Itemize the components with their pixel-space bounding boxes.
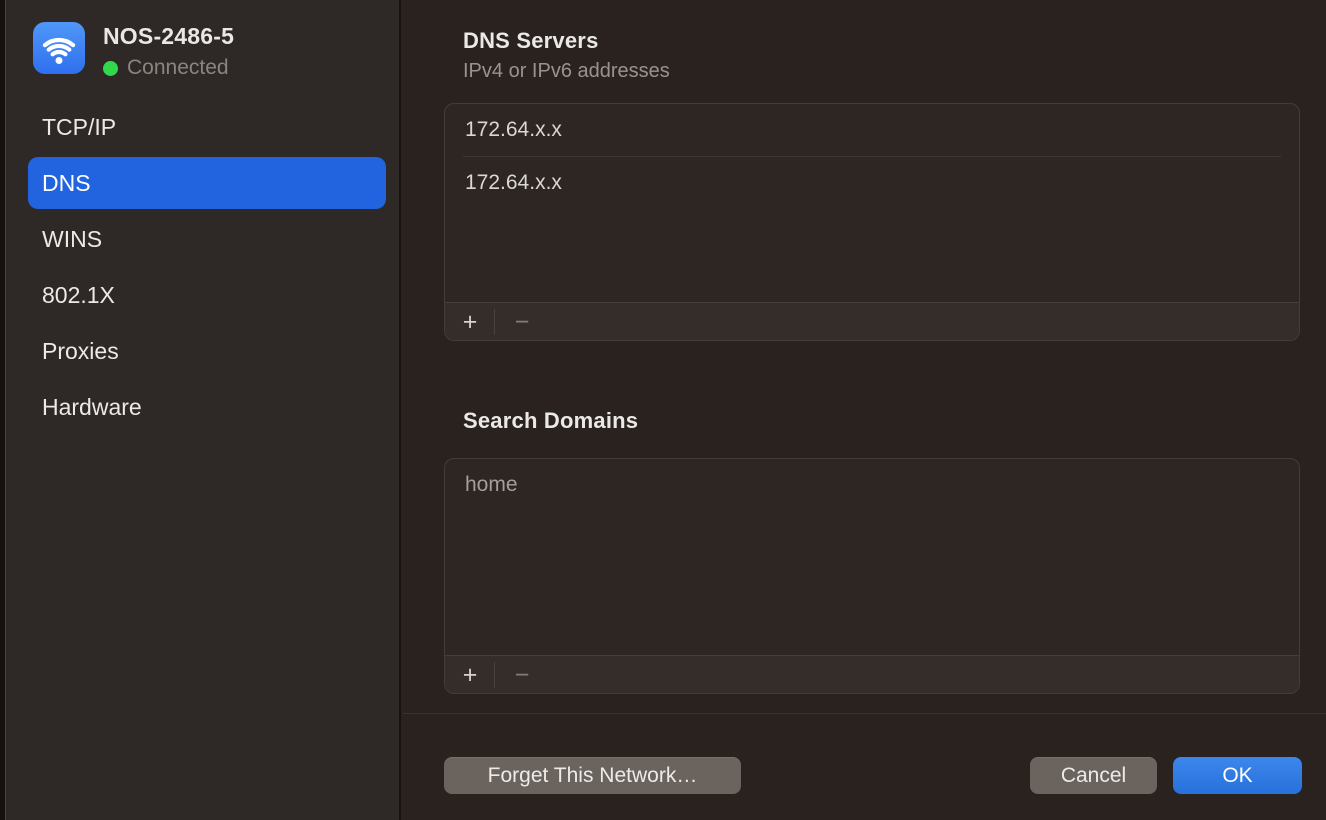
sidebar-item-8021x[interactable]: 802.1X: [6, 267, 399, 323]
wifi-icon: [33, 22, 85, 74]
network-header: NOS-2486-5 Connected: [33, 22, 234, 74]
dns-servers-list: 172.64.x.x 172.64.x.x + −: [444, 103, 1300, 341]
remove-search-domain-button[interactable]: −: [505, 657, 539, 693]
dns-settings-panel: DNS Servers IPv4 or IPv6 addresses 172.6…: [403, 0, 1326, 820]
sidebar-item-tcpip[interactable]: TCP/IP: [6, 99, 399, 155]
connection-status: Connected: [127, 56, 229, 80]
dns-servers-heading: DNS Servers: [463, 28, 670, 54]
network-name: NOS-2486-5: [103, 23, 234, 49]
sidebar-item-dns[interactable]: DNS: [28, 157, 386, 209]
add-search-domain-button[interactable]: +: [453, 657, 487, 693]
dns-servers-list-toolbar: + −: [445, 302, 1299, 340]
connected-dot-icon: [103, 61, 118, 76]
wifi-details-dialog: NOS-2486-5 Connected TCP/IP DNS WINS 802…: [0, 0, 1326, 820]
add-dns-server-button[interactable]: +: [453, 304, 487, 340]
search-domains-heading: Search Domains: [463, 408, 638, 434]
dns-servers-subheading: IPv4 or IPv6 addresses: [463, 60, 670, 83]
remove-dns-server-button[interactable]: −: [505, 304, 539, 340]
search-domain-entry[interactable]: home: [445, 459, 1299, 511]
search-domains-list: home + −: [444, 458, 1300, 694]
sidebar-item-wins[interactable]: WINS: [6, 211, 399, 267]
sidebar-item-proxies[interactable]: Proxies: [6, 323, 399, 379]
sidebar-item-hardware[interactable]: Hardware: [6, 379, 399, 435]
toolbar-separator: [494, 662, 495, 688]
dns-server-entry[interactable]: 172.64.x.x: [445, 104, 1299, 156]
forget-network-button[interactable]: Forget This Network…: [444, 757, 741, 794]
footer-divider: [403, 713, 1326, 714]
sidebar-nav: TCP/IP DNS WINS 802.1X Proxies Hardware: [6, 99, 399, 435]
cancel-button[interactable]: Cancel: [1030, 757, 1157, 794]
toolbar-separator: [494, 309, 495, 335]
search-domains-list-toolbar: + −: [445, 655, 1299, 693]
dns-server-entry[interactable]: 172.64.x.x: [445, 157, 1299, 209]
sidebar: NOS-2486-5 Connected TCP/IP DNS WINS 802…: [6, 0, 401, 820]
ok-button[interactable]: OK: [1173, 757, 1302, 794]
